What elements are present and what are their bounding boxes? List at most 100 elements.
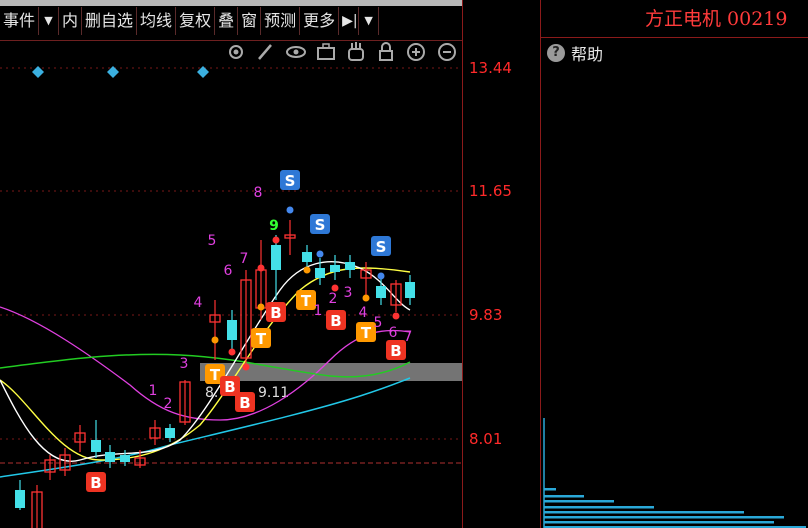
price-label-9-83: 9.83 — [469, 306, 503, 324]
candle-body-down — [15, 490, 25, 508]
price-label-13-44: 13.44 — [469, 59, 512, 77]
candle-body-down — [165, 428, 175, 438]
signal-dot — [211, 336, 219, 344]
price-label-8-01: 8.01 — [469, 430, 503, 448]
candle-body-down — [227, 320, 237, 340]
signal-badge-label: T — [210, 366, 221, 384]
sequence-count-label: 2 — [329, 291, 338, 307]
signal-badge-label: S — [285, 172, 296, 190]
help-label: 帮助 — [571, 45, 604, 64]
chart-toolbar: 事件 ▼ 内 删自选 均线 复权 叠 窗 预测 更多 ▶| ▼ — [0, 0, 462, 41]
pen-icon[interactable] — [258, 44, 272, 60]
help-icon: ? — [547, 44, 565, 62]
signal-badge-label: B — [330, 312, 341, 330]
price-label-11-65: 11.65 — [469, 182, 512, 200]
signal-b-badge[interactable]: B — [86, 472, 106, 492]
jump-to-end-icon[interactable]: ▶| — [339, 7, 360, 35]
zoom-out-icon[interactable] — [438, 43, 456, 61]
candle-body-down — [120, 455, 130, 462]
volume-profile-bar — [544, 500, 614, 503]
toolbar-window-button[interactable]: 窗 — [238, 7, 262, 35]
kline-chart[interactable]: 8. 9.11 TBBTBTBTBBSSS 12345678912 3456 7 — [0, 40, 462, 528]
signal-dot — [242, 363, 250, 371]
briefcase-icon[interactable] — [317, 43, 335, 60]
sequence-count-label: 9 — [269, 218, 279, 234]
signal-dot — [377, 272, 385, 280]
candle-body-down — [405, 282, 415, 298]
signal-b-badge[interactable]: B — [326, 310, 346, 330]
volume-profile-bar — [544, 516, 784, 519]
candle-body-down — [330, 265, 340, 272]
signal-s-badge[interactable]: S — [310, 214, 330, 234]
range-high-label: 9.11 — [258, 385, 289, 401]
signal-badge-label: B — [224, 378, 235, 396]
volume-profile — [543, 418, 806, 528]
signal-dot — [316, 250, 324, 258]
sequence-count-label: 3 — [344, 285, 353, 301]
signal-t-badge[interactable]: T — [251, 328, 271, 348]
candle-body-down — [271, 245, 281, 270]
chart-tool-icons — [229, 42, 456, 61]
signal-dot — [303, 266, 311, 274]
sequence-count-label: 6 — [389, 325, 398, 341]
price-axis: 13.44 11.65 9.83 8.01 — [462, 0, 541, 528]
signal-dot — [257, 303, 265, 311]
signal-b-badge[interactable]: B — [266, 302, 286, 322]
toolbar-inner-button[interactable]: 内 — [59, 7, 83, 35]
sequence-count-label: 7 — [240, 251, 249, 267]
volume-profile-bar — [544, 521, 774, 524]
toolbar-adjust-button[interactable]: 复权 — [176, 7, 216, 35]
signal-badge-label: B — [239, 394, 250, 412]
info-panel: 方正电机 00219 ? 帮助 — [540, 0, 808, 528]
signal-badge-label: B — [270, 304, 281, 322]
signal-s-badge[interactable]: S — [280, 170, 300, 190]
events-dropdown-icon[interactable]: ▼ — [39, 7, 60, 35]
toolbar-forecast-button[interactable]: 预测 — [261, 7, 301, 35]
window-top-strip — [0, 0, 462, 6]
sequence-count-label: 8 — [254, 185, 263, 201]
stock-title: 方正电机 00219 — [541, 0, 808, 38]
toolbar-more-button[interactable]: 更多 — [300, 7, 340, 35]
volume-profile-bar — [544, 495, 584, 498]
volume-profile-bar — [544, 511, 744, 514]
volume-profile-bar — [544, 488, 556, 491]
signal-badge-label: T — [361, 324, 372, 342]
eye-icon[interactable] — [286, 46, 306, 58]
sequence-count-label: 4 — [359, 305, 368, 321]
gear-icon[interactable] — [229, 45, 243, 59]
candle-body-down — [315, 268, 325, 278]
signal-dot — [228, 348, 236, 356]
sequence-count-label: 5 — [374, 315, 383, 331]
sequence-count-label: 4 — [194, 295, 203, 311]
help-button[interactable]: ? 帮助 — [547, 42, 603, 64]
signal-dot — [362, 294, 370, 302]
sequence-count-label: 3 — [180, 356, 189, 372]
volume-profile-bar — [544, 506, 654, 509]
signal-dot — [392, 312, 400, 320]
toolbar-overlay-button[interactable]: 叠 — [215, 7, 239, 35]
toolbar-events-button[interactable]: 事件 — [0, 7, 40, 35]
signal-badge-label: S — [376, 238, 387, 256]
candle-body-down — [105, 452, 115, 462]
signal-s-badge[interactable]: S — [371, 236, 391, 256]
signal-dot — [286, 206, 294, 214]
more-dropdown-icon[interactable]: ▼ — [359, 7, 380, 35]
lock-icon[interactable] — [379, 42, 393, 61]
sequence-count-label: 6 — [224, 263, 233, 279]
zoom-in-icon[interactable] — [407, 43, 425, 61]
sequence-count-label: 2 — [164, 396, 173, 412]
signal-badge-label: B — [390, 342, 401, 360]
signal-b-badge[interactable]: B — [235, 392, 255, 412]
signal-badge-label: B — [90, 474, 101, 492]
signal-dot — [272, 236, 280, 244]
candle-body-down — [302, 252, 312, 262]
signal-dot — [257, 264, 265, 272]
candle-body-down — [345, 262, 355, 270]
sequence-count-label: 1 — [314, 303, 323, 319]
toolbar-moving-average-button[interactable]: 均线 — [137, 7, 177, 35]
hand-icon[interactable] — [348, 42, 364, 61]
sequence-count-label: 5 — [208, 233, 217, 249]
signal-badge-label: S — [315, 216, 326, 234]
toolbar-remove-watchlist-button[interactable]: 删自选 — [82, 7, 138, 35]
signal-badge-label: T — [256, 330, 267, 348]
